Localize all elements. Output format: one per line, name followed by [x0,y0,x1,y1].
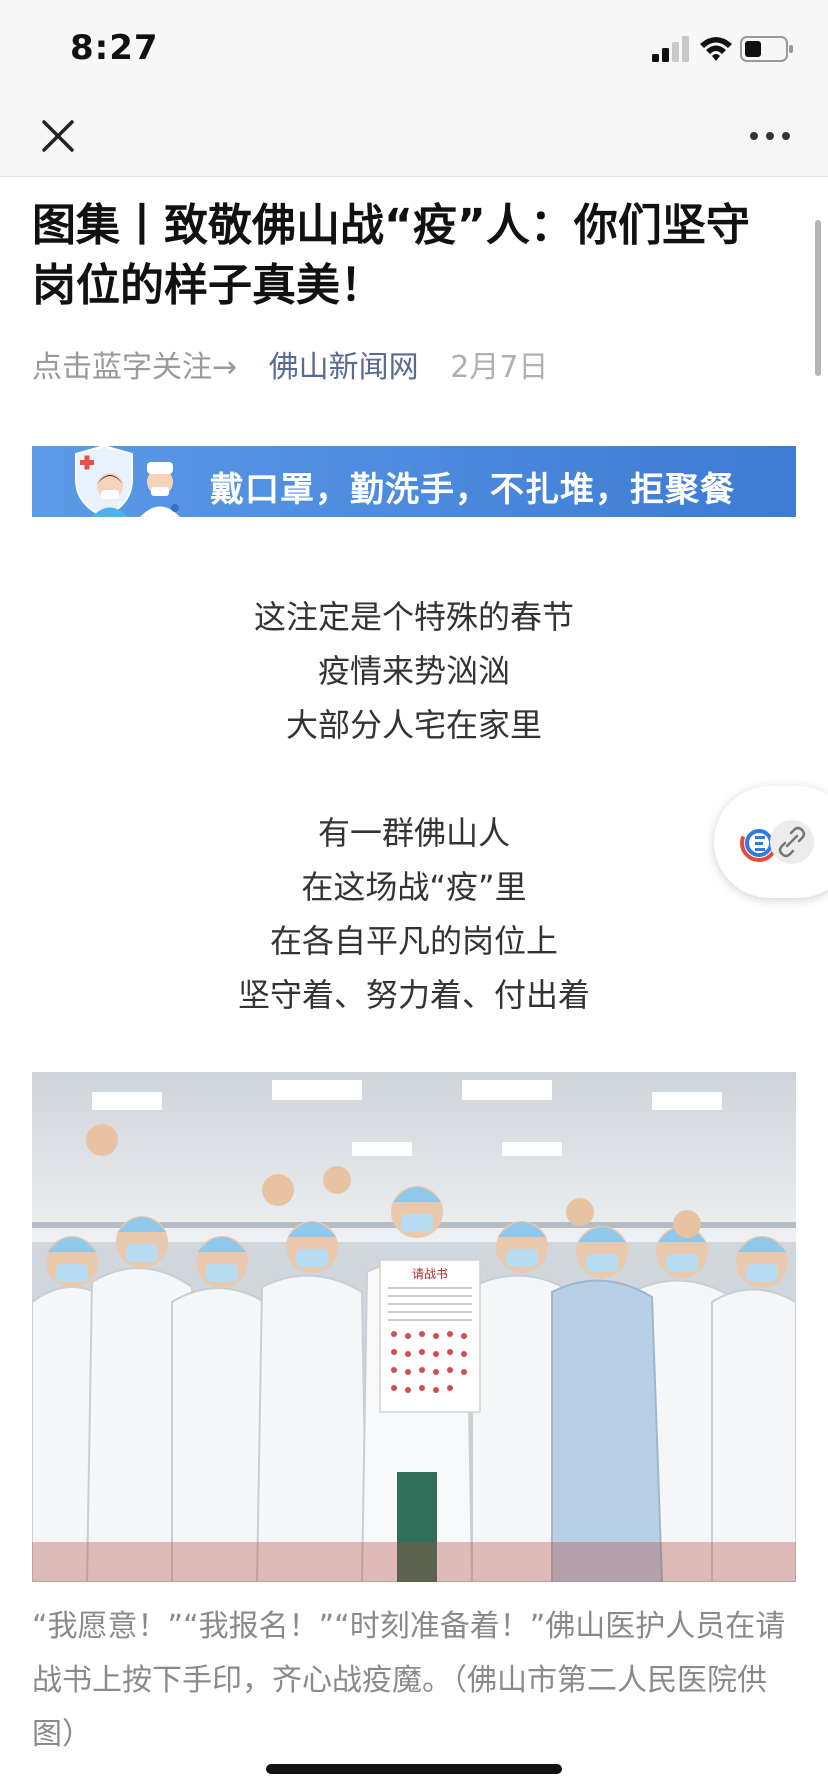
article-photo[interactable]: 请战书 [32,1072,796,1582]
medical-staff-photo: 请战书 [32,1072,796,1582]
account-name-link[interactable]: 佛山新闻网 [269,350,419,385]
doctors-illustration [75,446,180,517]
follow-hint[interactable]: 点击蓝字关注→ [32,350,237,385]
nav-bar [0,96,828,177]
health-banner: 戴口罩，勤洗手，不扎堆，拒聚餐 [32,446,796,517]
scrollbar[interactable] [815,220,821,376]
status-bar: 8:27 [0,0,828,96]
poem-line: 这注定是个特殊的春节 [253,598,574,636]
floating-share-widget[interactable] [714,786,828,898]
battery-icon [740,36,793,62]
poem-line: 疫情来势汹汹 [317,652,510,690]
photo-caption: “我愿意！”“我报名！”“时刻准备着！”佛山医护人员在请战书上按下手印，齐心战疫… [32,1609,786,1752]
wifi-icon [700,37,732,61]
home-indicator[interactable] [266,1764,562,1774]
more-icon[interactable] [748,126,792,146]
poem-line: 坚守着、努力着、付出着 [237,976,590,1014]
petition-title: 请战书 [412,1267,448,1281]
poem-line: 在这场战“疫”里 [301,868,527,906]
link-icon [778,826,806,858]
article-meta: 点击蓝字关注→ 佛山新闻网 2月7日 [32,342,548,386]
publish-date: 2月7日 [450,350,549,385]
poem-line: 大部分人宅在家里 [285,706,542,744]
close-icon[interactable] [38,116,78,156]
poem-line: 在各自平凡的岗位上 [269,922,558,960]
article-title: 图集丨致敬佛山战“疫”人：你们坚守岗位的样子真美！ [32,200,750,311]
banner-text: 戴口罩，勤洗手，不扎堆，拒聚餐 [210,470,735,510]
link-button[interactable] [770,820,814,864]
poem-line: 有一群佛山人 [317,814,510,852]
status-time: 8:27 [70,28,159,68]
signal-icon [652,36,689,62]
